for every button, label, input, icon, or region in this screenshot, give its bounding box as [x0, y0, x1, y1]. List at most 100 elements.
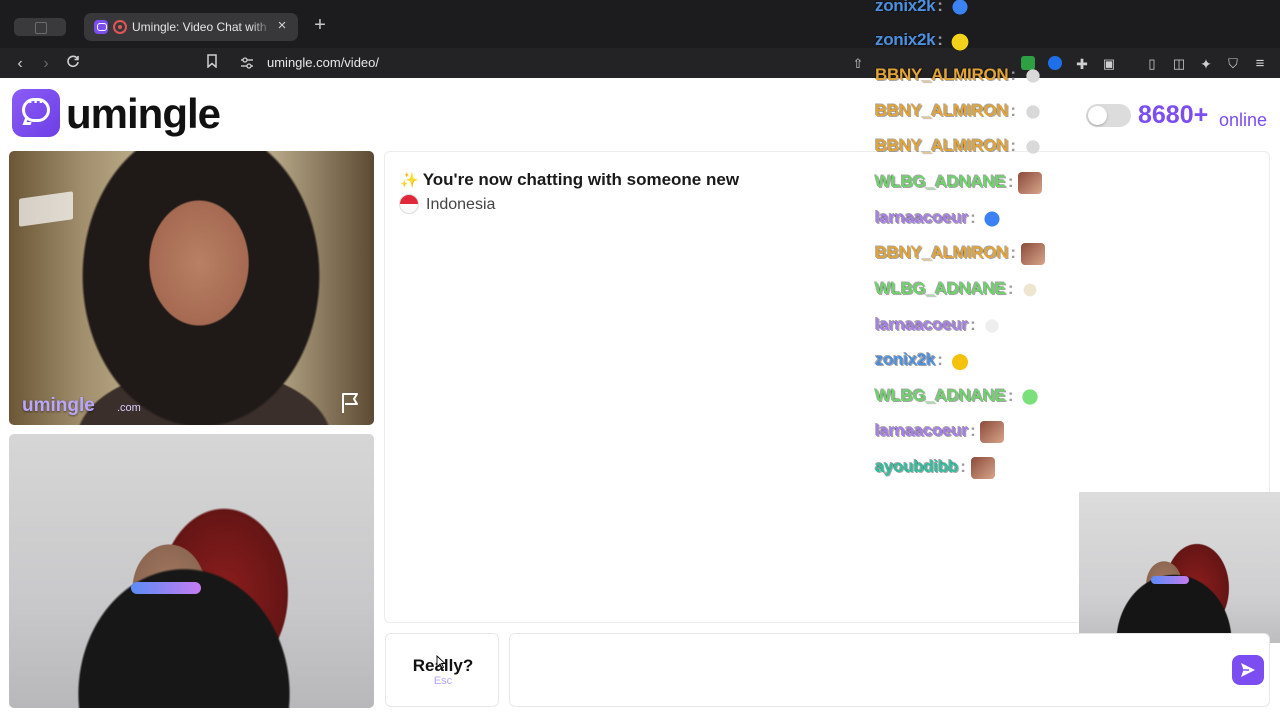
- reload-icon[interactable]: [63, 54, 83, 74]
- stream-chat-row: WLBG_ADNANE:: [875, 383, 1043, 409]
- stream-chat-row: WLBG_ADNANE:: [875, 276, 1043, 302]
- hands-icon: [1020, 100, 1045, 123]
- face-photo-icon: [980, 420, 1005, 443]
- sunglasses-face-icon: [980, 314, 1005, 337]
- face-photo-icon: [1018, 171, 1043, 194]
- extensions-icon[interactable]: ✚: [1072, 54, 1092, 74]
- screenshot-icon[interactable]: ▣: [1099, 54, 1119, 74]
- sunglasses-shape: [1151, 576, 1189, 584]
- stream-chat-username: BBNY_ALMIRON: [875, 136, 1009, 155]
- tab-overview-button[interactable]: [14, 18, 66, 36]
- site-settings-icon[interactable]: [240, 56, 254, 70]
- stream-chat-separator: :: [970, 208, 976, 227]
- stream-chat-separator: :: [1007, 172, 1014, 191]
- stream-chat-separator: :: [1010, 101, 1016, 120]
- report-flag-icon[interactable]: [339, 391, 363, 415]
- sparkle-icon: ✨: [400, 172, 419, 189]
- wallet-icon[interactable]: ◫: [1169, 54, 1189, 74]
- bee-icon: [947, 349, 972, 372]
- send-icon: [1241, 663, 1255, 677]
- stream-chat-separator: :: [937, 350, 943, 369]
- video-watermark-suffix: .com: [117, 402, 141, 414]
- stream-chat-row: ayoubdibb:: [875, 454, 995, 480]
- online-label: online: [1219, 110, 1268, 130]
- send-button[interactable]: [1232, 655, 1264, 685]
- stream-chat-username: BBNY_ALMIRON: [875, 243, 1009, 262]
- bookmark-icon[interactable]: [202, 54, 222, 74]
- address-bar-input[interactable]: umingle.com/video/: [267, 55, 379, 71]
- stranger-video: umingle .com: [9, 151, 374, 425]
- back-icon[interactable]: ‹: [10, 54, 30, 74]
- face-photo-icon: [970, 456, 995, 479]
- video-watermark: umingle: [22, 395, 95, 416]
- stream-chat-row: zonix2k:: [875, 0, 972, 19]
- online-toggle[interactable]: [1086, 104, 1131, 127]
- stream-chat-username: larnaacoeur: [875, 208, 969, 227]
- active-tab[interactable]: Umingle: Video Chat with Strangers ×: [84, 13, 298, 41]
- tab-title: Umingle: Video Chat with Strangers: [132, 20, 272, 34]
- skip-button[interactable]: Really? Esc: [385, 633, 499, 707]
- stream-chat-username: BBNY_ALMIRON: [875, 65, 1009, 84]
- stream-chat-username: BBNY_ALMIRON: [875, 101, 1009, 120]
- stream-chat-row: WLBG_ADNANE:: [875, 169, 1043, 195]
- stream-chat-username: ayoubdibb: [875, 457, 959, 476]
- stream-chat-row: BBNY_ALMIRON:: [875, 98, 1045, 124]
- extension-as-icon[interactable]: [1048, 56, 1062, 70]
- stream-chat-separator: :: [1010, 243, 1016, 262]
- new-tab-icon[interactable]: +: [310, 15, 330, 35]
- browser-toolbar: ‹ › umingle.com/video/ ⇧ ✚ ▣ ▯ ◫ ✦ ⛉ ≡: [0, 48, 1280, 78]
- stream-chat-separator: :: [970, 421, 976, 440]
- page: Umingle: Video Chat with Strangers × + ‹…: [0, 0, 1280, 720]
- message-input[interactable]: [509, 633, 1270, 707]
- umingle-favicon-icon: [94, 20, 108, 34]
- stream-chat-row: zonix2k:: [875, 27, 972, 53]
- stream-chat-username: WLBG_ADNANE: [875, 279, 1006, 298]
- stream-chat-separator: :: [1010, 136, 1016, 155]
- system-message-text: You're now chatting with someone new: [422, 170, 740, 189]
- stream-chat-username: WLBG_ADNANE: [875, 386, 1006, 405]
- stream-chat-separator: :: [970, 315, 976, 334]
- stream-chat-username: larnaacoeur: [875, 315, 969, 334]
- share-icon[interactable]: ⇧: [848, 54, 868, 74]
- browser-tab-bar: Umingle: Video Chat with Strangers × +: [0, 0, 1280, 50]
- blue-fish-icon: [947, 0, 972, 18]
- hands-icon: [1020, 135, 1045, 158]
- face-photo-icon: [1020, 242, 1045, 265]
- sidebar-icon[interactable]: ▯: [1142, 54, 1162, 74]
- menu-icon[interactable]: ≡: [1250, 54, 1270, 74]
- yellow-blob-icon: [947, 29, 972, 52]
- cat-icon: [1018, 278, 1043, 301]
- shield-icon[interactable]: ⛉: [1223, 54, 1243, 74]
- streamer-facecam: [1079, 492, 1280, 643]
- stream-chat-separator: :: [1007, 279, 1014, 298]
- site-logo-text[interactable]: umingle: [66, 89, 221, 139]
- stranger-country: Indonesia: [426, 196, 496, 213]
- stream-chat-username: larnaacoeur: [875, 421, 969, 440]
- stream-chat-separator: :: [1007, 386, 1014, 405]
- blue-fish-icon: [980, 207, 1005, 230]
- wall-decoration: [19, 191, 73, 227]
- green-blob-icon: [1018, 385, 1043, 408]
- stream-chat-row: BBNY_ALMIRON:: [875, 133, 1045, 159]
- stream-chat-separator: :: [937, 30, 943, 49]
- online-count: 8680+: [1138, 101, 1209, 129]
- self-video: [9, 434, 374, 708]
- forward-icon[interactable]: ›: [36, 54, 56, 74]
- recording-indicator-icon: [113, 20, 127, 34]
- stream-chat-row: larnaacoeur:: [875, 418, 1005, 444]
- umingle-logo-icon[interactable]: [12, 89, 60, 137]
- ai-sparkle-icon[interactable]: ✦: [1196, 54, 1216, 74]
- system-message: ✨ You're now chatting with someone new: [400, 170, 739, 191]
- stream-chat-row: BBNY_ALMIRON:: [875, 62, 1045, 88]
- stream-chat-username: zonix2k: [875, 350, 936, 369]
- stream-chat-username: zonix2k: [875, 30, 936, 49]
- stream-chat-row: larnaacoeur:: [875, 312, 1005, 338]
- stream-chat-separator: :: [960, 457, 966, 476]
- stream-chat-separator: :: [937, 0, 943, 15]
- mouse-cursor-icon: [436, 655, 446, 669]
- stream-chat-row: larnaacoeur:: [875, 205, 1005, 231]
- indonesia-flag-icon: [399, 194, 419, 214]
- close-tab-icon[interactable]: ×: [274, 18, 290, 34]
- stream-chat-row: zonix2k:: [875, 347, 972, 373]
- stream-chat-row: BBNY_ALMIRON:: [875, 240, 1045, 266]
